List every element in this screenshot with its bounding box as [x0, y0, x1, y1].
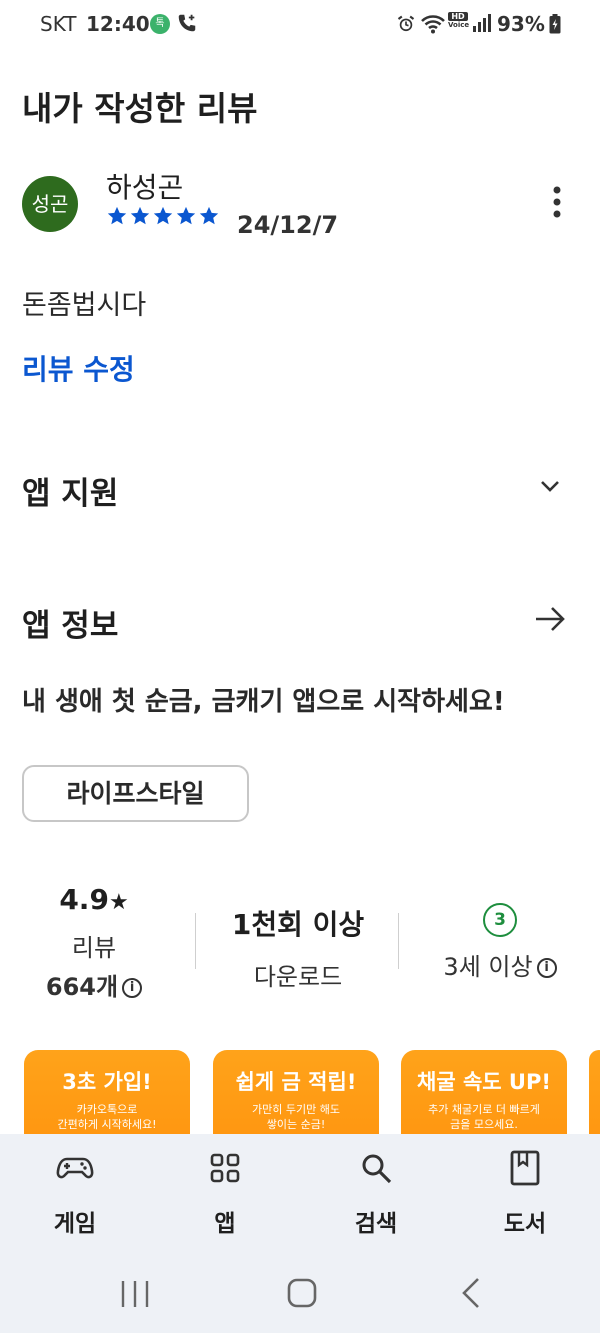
search-icon	[362, 1154, 392, 1184]
nav-search-label: 검색	[354, 1211, 398, 1237]
category-chip[interactable]: 라이프스타일	[22, 765, 249, 822]
screenshot-caption: 가만히 두기만 해도	[252, 1103, 340, 1116]
app-description: 내 생애 첫 순금, 금캐기 앱으로 시작하세요!	[22, 687, 505, 717]
stat-divider	[398, 913, 399, 969]
star-icon: ★	[108, 890, 129, 915]
screenshot-caption: 카카오톡으로	[76, 1103, 138, 1116]
screenshot-caption: 추가 채굴기로 더 빠르게	[428, 1103, 540, 1116]
back-icon[interactable]	[458, 1276, 484, 1310]
battery-charging-icon	[549, 14, 561, 34]
kakaotalk-notification-icon: 톡	[150, 14, 170, 34]
chevron-down-icon[interactable]	[536, 474, 564, 498]
downloads-label: 다운로드	[253, 963, 343, 991]
screenshot-title: 채굴 속도 UP!	[417, 1070, 551, 1094]
age-rating-badge: 3	[483, 903, 517, 937]
screenshot-caption: 쌓이는 순금!	[266, 1118, 326, 1131]
carrier-label: SKT	[40, 12, 77, 36]
review-count: 664개	[45, 973, 119, 1001]
recent-apps-icon[interactable]	[118, 1279, 152, 1309]
nav-search[interactable]: 검색	[326, 1148, 426, 1238]
page-title: 내가 작성한 리뷰	[22, 89, 258, 128]
screenshot-title: 3초 가입!	[62, 1070, 152, 1094]
screenshot-caption: 간편하게 시작하세요!	[57, 1118, 157, 1131]
clock: 12:40	[86, 12, 150, 36]
nav-apps[interactable]: 앱	[175, 1148, 275, 1238]
alarm-icon	[397, 15, 415, 32]
nav-books-label: 도서	[503, 1211, 547, 1237]
star-icon	[176, 206, 196, 225]
apps-grid-icon	[210, 1153, 240, 1183]
nav-games-label: 게임	[53, 1211, 97, 1237]
age-rating-label: 3세 이상	[443, 953, 533, 981]
info-icon[interactable]: i	[122, 978, 143, 998]
downloads-stat: 1천회 이상 다운로드	[200, 903, 396, 992]
signal-icon	[473, 14, 491, 32]
app-info-header[interactable]: 앱 정보	[22, 600, 118, 645]
downloads-value: 1천회 이상	[231, 908, 365, 941]
avatar: 성곤	[22, 176, 78, 232]
star-rating	[106, 205, 220, 227]
gamepad-icon	[56, 1157, 94, 1179]
review-text: 돈좀법시다	[22, 290, 147, 321]
stat-divider	[195, 913, 196, 969]
screenshot-title: 쉽게 금 적립!	[235, 1070, 357, 1094]
home-icon[interactable]	[286, 1277, 318, 1309]
hd-voice-icon: HD Voice	[448, 12, 470, 29]
star-icon	[130, 206, 150, 225]
rating-label: 리뷰	[71, 934, 117, 962]
more-options-icon[interactable]	[546, 184, 568, 220]
reviewer-name: 하성곤	[106, 171, 184, 204]
rating-stat[interactable]: 4.9★ 리뷰 664개 i	[30, 883, 158, 1002]
edit-review-link[interactable]: 리뷰 수정	[22, 348, 135, 388]
nav-games[interactable]: 게임	[25, 1148, 125, 1238]
battery-percent: 93%	[497, 12, 545, 36]
rating-value: 4.9	[59, 883, 109, 916]
app-support-header[interactable]: 앱 지원	[22, 468, 118, 513]
info-icon[interactable]: i	[536, 958, 557, 978]
nav-apps-label: 앱	[214, 1211, 236, 1237]
system-nav-bar	[0, 1262, 600, 1322]
screenshot-caption: 금을 모으세요.	[450, 1118, 518, 1131]
nav-books[interactable]: 도서	[475, 1148, 575, 1238]
star-icon	[199, 206, 219, 225]
review-date: 24/12/7	[237, 211, 339, 239]
age-rating-stat[interactable]: 3 3세 이상 i	[400, 903, 600, 982]
arrow-right-icon[interactable]	[533, 604, 567, 634]
star-icon	[153, 206, 173, 225]
book-icon	[510, 1150, 540, 1186]
wifi-icon	[421, 15, 445, 34]
phone-call-icon	[178, 14, 196, 32]
star-icon	[107, 206, 127, 225]
status-bar: SKT 12:40 톡 HD Voice 93%	[0, 0, 600, 50]
